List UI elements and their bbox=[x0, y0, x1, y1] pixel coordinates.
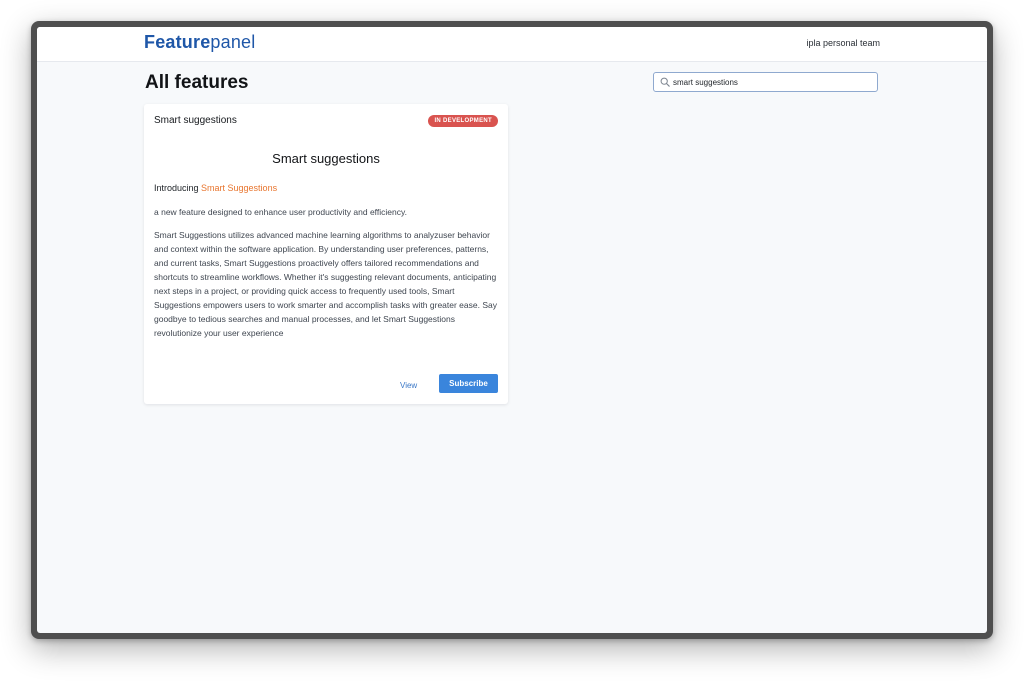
logo-text-primary: Feature bbox=[144, 32, 211, 52]
intro-prefix: Introducing bbox=[154, 183, 202, 193]
status-badge: IN DEVELOPMENT bbox=[428, 115, 498, 127]
team-selector[interactable]: ipla personal team bbox=[806, 38, 880, 48]
top-navigation-bar: Featurepanel ipla personal team bbox=[37, 27, 987, 62]
view-link[interactable]: View bbox=[400, 381, 417, 390]
subscribe-button[interactable]: Subscribe bbox=[439, 374, 498, 393]
feature-card-title[interactable]: Smart suggestions bbox=[154, 115, 237, 126]
page-background: Featurepanel ipla personal team All feat… bbox=[0, 0, 1024, 681]
feature-content-heading: Smart suggestions bbox=[272, 151, 380, 166]
feature-description-short: a new feature designed to enhance user p… bbox=[154, 207, 407, 217]
featurepanel-logo[interactable]: Featurepanel bbox=[144, 31, 255, 53]
device-frame: Featurepanel ipla personal team All feat… bbox=[31, 21, 993, 639]
app-screen: Featurepanel ipla personal team All feat… bbox=[37, 27, 987, 633]
page-title: All features bbox=[145, 72, 249, 93]
search-icon bbox=[660, 77, 670, 87]
feature-intro: Introducing Smart Suggestions bbox=[154, 183, 277, 193]
feature-card: Smart suggestions IN DEVELOPMENT Smart s… bbox=[144, 104, 508, 404]
search-input[interactable] bbox=[673, 74, 873, 90]
feature-description-long: Smart Suggestions utilizes advanced mach… bbox=[154, 230, 497, 338]
search-box[interactable] bbox=[653, 72, 878, 92]
logo-text-secondary: panel bbox=[210, 32, 256, 52]
intro-highlight: Smart Suggestions bbox=[201, 183, 278, 193]
